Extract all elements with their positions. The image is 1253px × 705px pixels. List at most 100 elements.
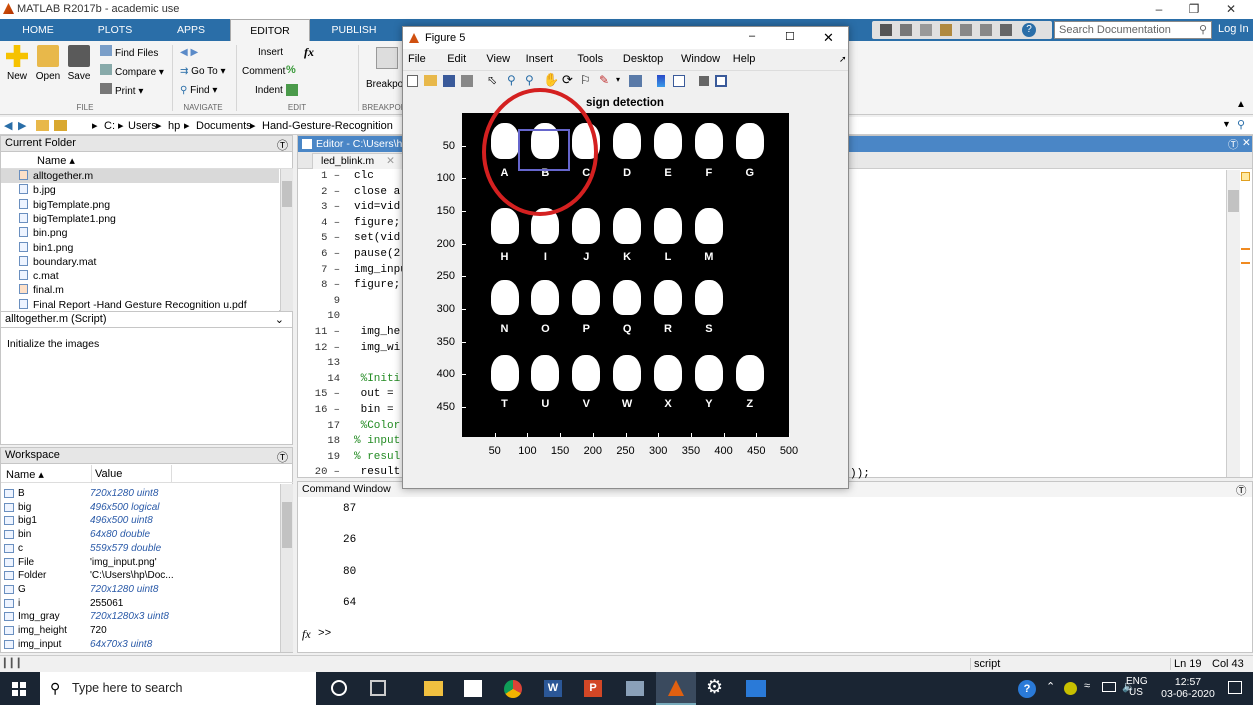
pan-icon[interactable]: ✋ xyxy=(543,72,559,88)
clock[interactable]: 12:57 03-06-2020 xyxy=(1150,676,1226,700)
find-button[interactable]: ⚲ Find ▾ xyxy=(180,83,217,99)
tray-expand-icon[interactable]: ⌃ xyxy=(1046,680,1055,693)
editor-scrollbar[interactable] xyxy=(1226,170,1240,477)
file-explorer-icon[interactable] xyxy=(424,681,443,696)
col-value[interactable]: Value xyxy=(91,465,122,483)
insert-button[interactable]: Insert xyxy=(258,45,283,61)
list-item[interactable]: bin1.png xyxy=(1,241,279,255)
tab-close-icon[interactable]: ✕ xyxy=(386,155,395,167)
list-item[interactable]: bigTemplate1.png xyxy=(1,212,279,226)
battery-icon[interactable] xyxy=(1102,682,1116,692)
indent-icon[interactable] xyxy=(286,84,298,96)
table-row[interactable]: File 'img_input.png' xyxy=(1,556,279,570)
workspace-scrollbar[interactable] xyxy=(280,484,293,652)
fx-icon[interactable]: fx xyxy=(304,45,314,60)
figure-menu-help[interactable]: Help xyxy=(733,53,756,65)
col-name[interactable]: Name ▴ xyxy=(6,468,44,481)
tab-publish[interactable]: PUBLISH xyxy=(322,19,386,41)
code-line[interactable]: close a xyxy=(354,186,400,198)
plot-axes[interactable]: ABCDEFGHIJKLMNOPQRSTUVWXYZ xyxy=(462,88,790,437)
list-item[interactable]: final.m xyxy=(1,283,279,297)
figure-maximize-button[interactable]: ☐ xyxy=(785,30,795,43)
rotate-icon[interactable]: ⟳ xyxy=(562,72,573,88)
path-segment-project[interactable]: Hand-Gesture-Recognition xyxy=(262,120,393,132)
panel-menu-icon[interactable]: Ⓣ xyxy=(277,137,288,153)
figure-menu-edit[interactable]: Edit xyxy=(447,53,466,65)
path-segment-drive[interactable]: C: xyxy=(104,120,115,132)
login-link[interactable]: Log In xyxy=(1218,23,1249,35)
legend-icon[interactable] xyxy=(673,75,685,87)
figure-menu-file[interactable]: File xyxy=(408,53,426,65)
figure-close-button[interactable]: ✕ xyxy=(823,30,834,46)
table-row[interactable]: Img_gray 720x1280x3 uint8 xyxy=(1,610,279,624)
tray-app-icon[interactable] xyxy=(1064,682,1077,695)
settings-gear-icon[interactable]: ⚙ xyxy=(706,676,723,699)
code-line[interactable]: bin = xyxy=(354,404,400,416)
print-figure-icon[interactable] xyxy=(461,75,473,87)
close-button[interactable]: ✕ xyxy=(1213,0,1249,19)
hide-tools-icon[interactable] xyxy=(699,76,709,86)
code-line[interactable]: % input xyxy=(354,435,400,447)
wifi-icon[interactable]: ≈ xyxy=(1084,680,1090,692)
help-tray-icon[interactable]: ? xyxy=(1018,680,1036,698)
code-line[interactable]: figure; xyxy=(354,279,400,291)
tab-apps[interactable]: APPS xyxy=(164,19,218,41)
scroll-thumb[interactable] xyxy=(282,502,292,548)
table-row[interactable]: i 255061 xyxy=(1,597,279,611)
table-row[interactable]: c 559x579 double xyxy=(1,542,279,556)
panel-menu-icon[interactable]: Ⓣ xyxy=(1236,483,1247,498)
tab-editor[interactable]: EDITOR xyxy=(230,19,310,41)
table-row[interactable]: big 496x500 logical xyxy=(1,501,279,515)
code-line[interactable]: pause(2 xyxy=(354,248,400,260)
powerpoint-icon[interactable]: P xyxy=(584,680,602,697)
nav-back-icon[interactable]: ◀ xyxy=(4,119,12,132)
list-item[interactable]: b.jpg xyxy=(1,183,279,197)
collapse-icon[interactable]: ⌄ xyxy=(275,313,284,326)
save-icon[interactable] xyxy=(880,24,892,36)
app-icon[interactable] xyxy=(626,681,644,696)
figure-menu-window[interactable]: Window xyxy=(681,53,720,65)
folder-column-header[interactable]: Name ▴ xyxy=(1,152,293,169)
maximize-button[interactable]: ❐ xyxy=(1176,0,1212,19)
minimize-button[interactable]: – xyxy=(1141,0,1177,19)
address-dropdown-icon[interactable]: ▼ xyxy=(1222,119,1231,129)
cut-icon[interactable] xyxy=(900,24,912,36)
open-button[interactable]: Open xyxy=(35,45,61,82)
menu-dock-icon[interactable]: ➚ xyxy=(839,54,847,65)
code-line[interactable]: result xyxy=(354,466,401,478)
colorbar-icon[interactable] xyxy=(657,75,665,87)
tab-plots[interactable]: PLOTS xyxy=(86,19,144,41)
code-line[interactable]: %Initi xyxy=(354,373,401,385)
list-item[interactable]: boundary.mat xyxy=(1,255,279,269)
go-to-button[interactable]: ⇉ Go To ▾ xyxy=(180,64,225,80)
chrome-icon[interactable] xyxy=(504,680,522,698)
back-forward-buttons[interactable]: ◀ ▶ xyxy=(180,45,198,61)
table-row[interactable]: G 720x1280 uint8 xyxy=(1,583,279,597)
copy-icon[interactable] xyxy=(920,24,932,36)
address-search-icon[interactable]: ⚲ xyxy=(1237,118,1245,131)
task-view-icon[interactable] xyxy=(370,680,386,696)
find-files-button[interactable]: Find Files xyxy=(100,45,158,61)
command-prompt[interactable]: >> xyxy=(318,628,331,640)
indent-button[interactable]: Indent xyxy=(255,83,283,99)
windows-start-icon[interactable] xyxy=(12,682,26,696)
show-tools-icon[interactable] xyxy=(715,75,727,87)
cortana-icon[interactable] xyxy=(331,680,347,696)
link-plot-icon[interactable] xyxy=(629,75,642,87)
layout-icon[interactable] xyxy=(1000,24,1012,36)
code-line[interactable]: img_inpu xyxy=(354,264,407,276)
new-figure-icon[interactable] xyxy=(407,75,418,87)
code-line[interactable]: img_wi xyxy=(354,342,401,354)
breakpoints-button[interactable]: Breakpoi xyxy=(366,77,405,93)
path-segment-hp[interactable]: hp xyxy=(168,120,180,132)
brush-icon[interactable]: ✎ xyxy=(599,73,609,87)
warning-line[interactable] xyxy=(1241,248,1250,250)
tab-home[interactable]: HOME xyxy=(10,19,66,41)
code-line[interactable]: set(vid xyxy=(354,232,400,244)
warning-line[interactable] xyxy=(1241,262,1250,264)
code-line[interactable]: clc xyxy=(354,170,374,182)
list-item[interactable]: c.mat xyxy=(1,269,279,283)
code-line[interactable]: vid=vid xyxy=(354,201,400,213)
percent-icon[interactable]: % xyxy=(286,64,296,76)
search-input[interactable]: Search Documentation ⚲ xyxy=(1054,21,1212,39)
